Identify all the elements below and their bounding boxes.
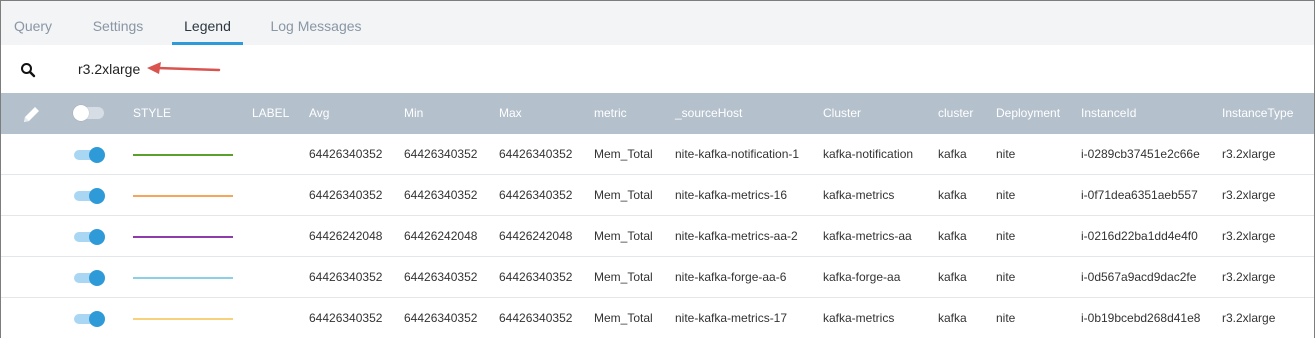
cell-cluster-upper: kafka-forge-aa: [823, 270, 901, 284]
cell-cluster-upper: kafka-metrics: [823, 311, 895, 325]
cell-min: 64426340352: [404, 311, 478, 325]
legend-panel: Query Settings Legend Log Messages STYLE…: [0, 0, 1315, 338]
cell-metric: Mem_Total: [594, 270, 653, 284]
cell-instancetype: r3.2xlarge: [1222, 270, 1276, 284]
tab-log-messages[interactable]: Log Messages: [267, 1, 365, 45]
style-swatch[interactable]: [133, 277, 233, 279]
cell-instanceid: i-0f71dea6351aeb557: [1081, 188, 1198, 202]
cell-deployment: nite: [996, 229, 1016, 243]
cell-cluster: kafka: [938, 311, 967, 325]
table-row: 64426340352 64426340352 64426340352 Mem_…: [1, 257, 1314, 298]
cell-metric: Mem_Total: [594, 147, 653, 161]
cell-deployment: nite: [996, 147, 1016, 161]
cell-metric: Mem_Total: [594, 311, 653, 325]
tab-settings[interactable]: Settings: [85, 1, 151, 45]
cell-max: 64426242048: [499, 229, 573, 243]
cell-deployment: nite: [996, 311, 1016, 325]
cell-instanceid: i-0b19bcebd268d41e8: [1081, 311, 1201, 325]
cell-sourcehost: nite-kafka-metrics-17: [675, 311, 788, 325]
series-toggle-switch[interactable]: [74, 229, 105, 245]
annotation-arrow-icon: [147, 62, 221, 74]
table-row: 64426242048 64426242048 64426242048 Mem_…: [1, 216, 1314, 257]
column-header-min[interactable]: Min: [404, 93, 423, 134]
cell-instanceid: i-0216d22ba1dd4e4f0: [1081, 229, 1198, 243]
table-row: 64426340352 64426340352 64426340352 Mem_…: [1, 134, 1314, 175]
cell-instancetype: r3.2xlarge: [1222, 311, 1276, 325]
cell-max: 64426340352: [499, 147, 573, 161]
series-toggle-switch[interactable]: [74, 270, 105, 286]
cell-min: 64426242048: [404, 229, 478, 243]
search-icon: [21, 63, 36, 78]
series-toggle-switch[interactable]: [74, 188, 105, 204]
column-header-max[interactable]: Max: [499, 93, 522, 134]
toggle-all-switch[interactable]: [73, 105, 104, 121]
cell-cluster-upper: kafka-metrics: [823, 188, 895, 202]
column-header-deployment[interactable]: Deployment: [996, 93, 1060, 134]
pencil-icon[interactable]: [21, 105, 43, 125]
table-row: 64426340352 64426340352 64426340352 Mem_…: [1, 298, 1314, 338]
series-toggle-switch[interactable]: [74, 147, 105, 163]
column-header-cluster-upper[interactable]: Cluster: [823, 93, 861, 134]
cell-min: 64426340352: [404, 147, 478, 161]
series-toggle-switch[interactable]: [74, 311, 105, 327]
cell-avg: 64426340352: [309, 188, 383, 202]
cell-instanceid: i-0289cb37451e2c66e: [1081, 147, 1200, 161]
table-row: 64426340352 64426340352 64426340352 Mem_…: [1, 175, 1314, 216]
cell-instancetype: r3.2xlarge: [1222, 147, 1276, 161]
cell-deployment: nite: [996, 270, 1016, 284]
cell-cluster-upper: kafka-metrics-aa: [823, 229, 912, 243]
cell-max: 64426340352: [499, 311, 573, 325]
cell-max: 64426340352: [499, 188, 573, 202]
cell-sourcehost: nite-kafka-metrics-aa-2: [675, 229, 798, 243]
cell-deployment: nite: [996, 188, 1016, 202]
column-header-instancetype[interactable]: InstanceType: [1222, 93, 1293, 134]
cell-sourcehost: nite-kafka-notification-1: [675, 147, 800, 161]
style-swatch[interactable]: [133, 318, 233, 320]
cell-instancetype: r3.2xlarge: [1222, 229, 1276, 243]
cell-avg: 64426340352: [309, 147, 383, 161]
tab-legend[interactable]: Legend: [172, 1, 243, 45]
cell-instancetype: r3.2xlarge: [1222, 188, 1276, 202]
column-header-metric[interactable]: metric: [594, 93, 627, 134]
column-header-label[interactable]: LABEL: [252, 93, 289, 134]
cell-sourcehost: nite-kafka-metrics-16: [675, 188, 788, 202]
cell-avg: 64426340352: [309, 270, 383, 284]
cell-metric: Mem_Total: [594, 188, 653, 202]
cell-cluster: kafka: [938, 147, 967, 161]
column-header-cluster[interactable]: cluster: [938, 93, 973, 134]
column-header-avg[interactable]: Avg: [309, 93, 329, 134]
cell-metric: Mem_Total: [594, 229, 653, 243]
column-header-instanceid[interactable]: InstanceId: [1081, 93, 1136, 134]
cell-avg: 64426242048: [309, 229, 383, 243]
cell-min: 64426340352: [404, 188, 478, 202]
style-swatch[interactable]: [133, 154, 233, 156]
style-swatch[interactable]: [133, 236, 233, 238]
column-header-style[interactable]: STYLE: [133, 93, 171, 134]
cell-cluster: kafka: [938, 229, 967, 243]
cell-instanceid: i-0d567a9acd9dac2fe: [1081, 270, 1197, 284]
tab-bar: Query Settings Legend Log Messages: [1, 1, 1314, 45]
cell-cluster: kafka: [938, 188, 967, 202]
cell-min: 64426340352: [404, 270, 478, 284]
cell-sourcehost: nite-kafka-forge-aa-6: [675, 270, 787, 284]
cell-avg: 64426340352: [309, 311, 383, 325]
table-header: STYLE LABEL Avg Min Max metric _sourceHo…: [1, 93, 1314, 134]
tab-query[interactable]: Query: [7, 1, 59, 45]
search-row: [1, 45, 1314, 93]
column-header-sourcehost[interactable]: _sourceHost: [675, 93, 742, 134]
cell-cluster: kafka: [938, 270, 967, 284]
style-swatch[interactable]: [133, 195, 233, 197]
cell-max: 64426340352: [499, 270, 573, 284]
cell-cluster-upper: kafka-notification: [823, 147, 914, 161]
